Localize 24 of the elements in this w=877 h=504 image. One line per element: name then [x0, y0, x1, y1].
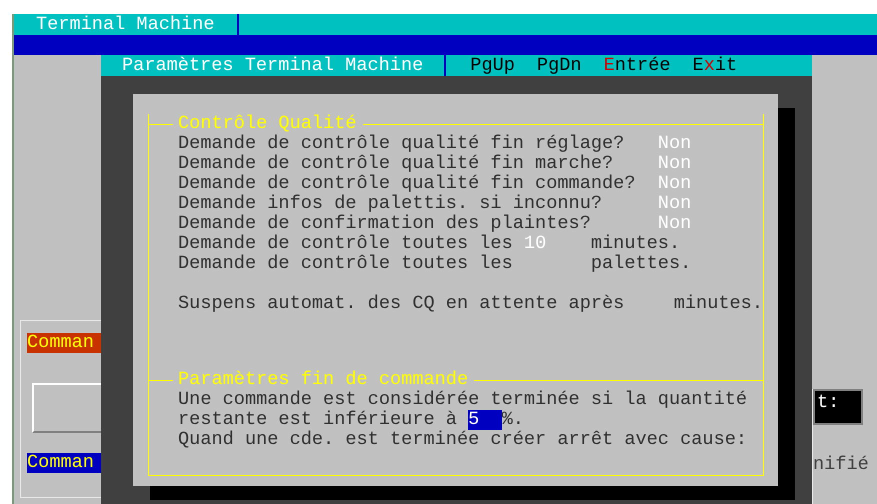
number-field[interactable]: 5: [468, 410, 502, 430]
question-label: Demande de contrôle toutes les: [178, 234, 513, 254]
question-label: Demande de contrôle qualité fin commande?: [178, 174, 636, 194]
dialog-title: Paramètres Terminal Machine: [101, 55, 446, 76]
section-title: Paramètres fin de commande: [177, 370, 470, 390]
question-label: Demande de contrôle qualité fin marche?: [178, 154, 614, 174]
question-label: Demande de confirmation des plaintes?: [178, 214, 592, 234]
input-field[interactable]: t:: [813, 389, 863, 425]
question-label: Suspens automat. des CQ en attente après: [178, 294, 624, 314]
field-text: nifié: [813, 455, 869, 475]
question-label: restante est inférieure à: [178, 410, 457, 430]
unit-label: minutes.: [674, 294, 763, 314]
question-label: Demande de contrôle toutes les: [178, 254, 513, 274]
question-label: Quand une cde. est terminée créer arrêt avec cause:: [178, 430, 748, 450]
key-command[interactable]: PgUp: [470, 55, 515, 76]
question-label: Demande infos de palettis. si inconnu?: [178, 194, 604, 214]
unit-label: minutes.: [590, 234, 680, 254]
key-command[interactable]: PgDn: [536, 55, 582, 76]
key-command[interactable]: Entrée: [604, 55, 671, 76]
section-title: Contrôle Qualité: [177, 114, 358, 134]
description-text: Une commande est considérée terminée si la quantité: [178, 390, 748, 410]
question-label: Demande de contrôle qualité fin réglage?: [178, 134, 626, 154]
key-command[interactable]: Exit: [692, 55, 738, 76]
unit-label: palettes.: [590, 254, 692, 274]
